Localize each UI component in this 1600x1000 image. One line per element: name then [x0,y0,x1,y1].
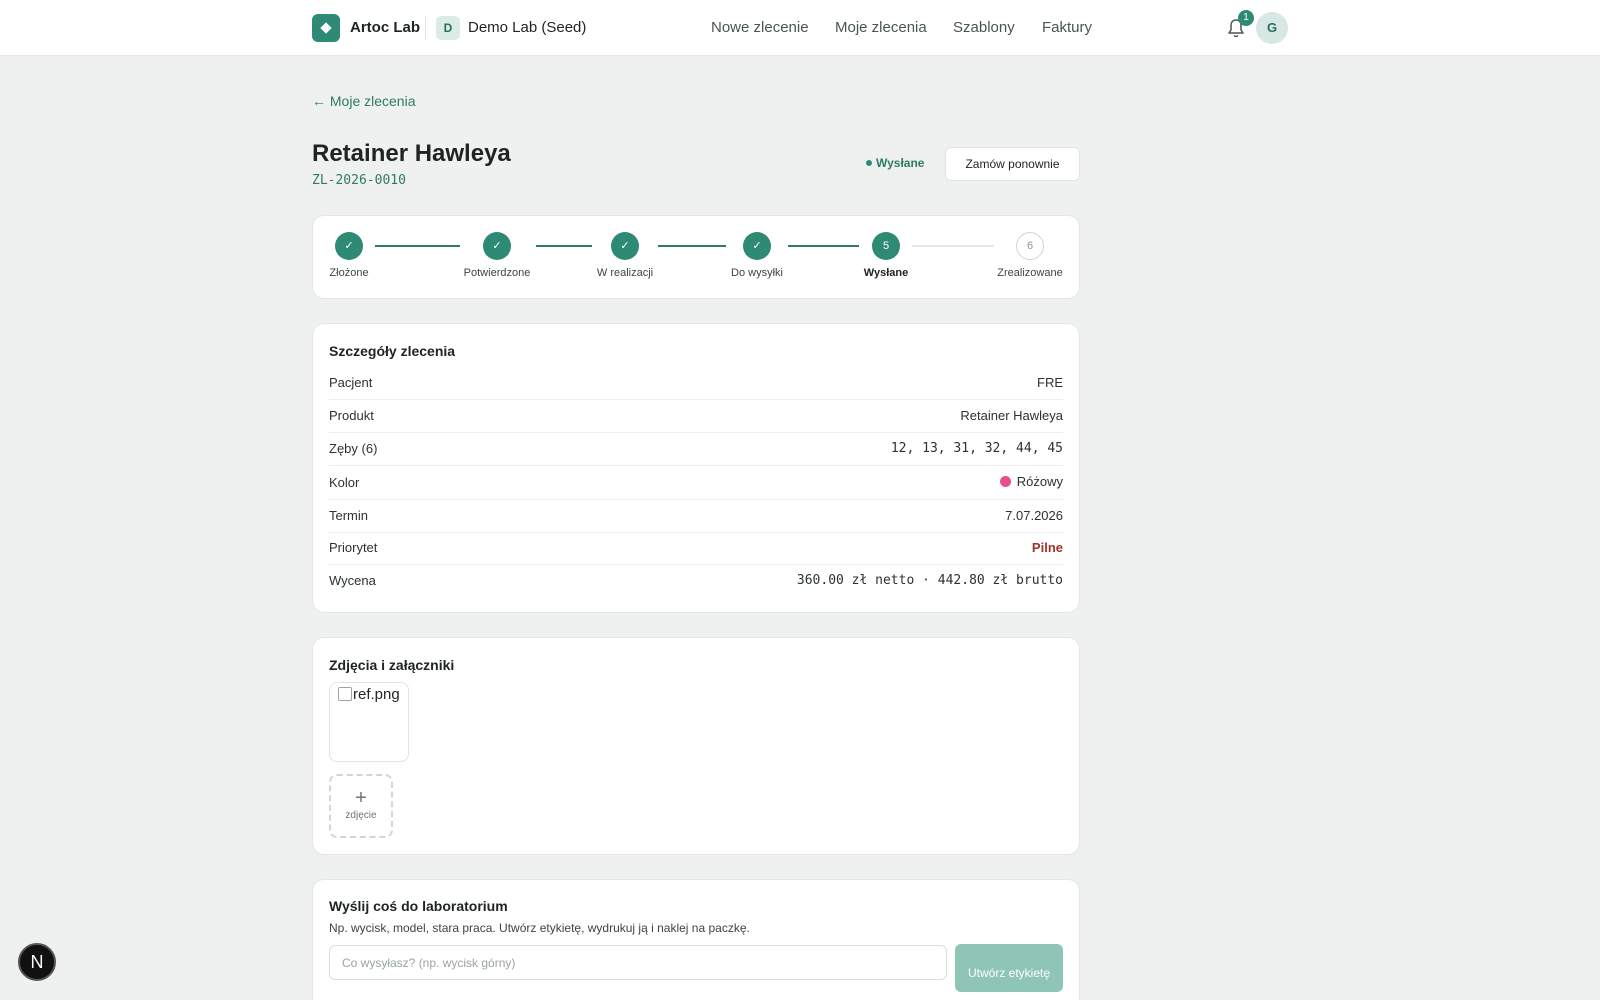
progress-connector [912,245,994,247]
step-label: W realizacji [596,267,654,279]
detail-label: Termin [329,508,369,523]
detail-row: Wycena 360.00 zł netto · 442.80 zł brutt… [329,565,1063,598]
progress-connector [788,245,859,247]
back-to-orders-link[interactable]: ← Moje zlecenia [312,93,416,109]
priority-value: Pilne [1031,540,1063,555]
add-photo-label: zdjęcie [345,810,377,821]
detail-label: Priorytet [329,540,378,555]
step-label: Zrealizowane [997,267,1063,279]
order-code: ZL-2026-0010 [312,173,406,188]
product-value: Retainer Hawleya [960,408,1063,423]
reorder-button[interactable]: Zamów ponownie [945,147,1080,181]
detail-label: Kolor [329,475,360,490]
attachment-filename: ref.png [353,686,400,703]
plus-icon: + [355,787,367,809]
color-value: Różowy [999,474,1063,489]
add-photo-button[interactable]: + zdjęcie [329,774,393,838]
lab-badge[interactable]: D [436,16,460,40]
page-title: Retainer Hawleya [312,140,511,167]
send-description: Np. wycisk, model, stara praca. Utwórz e… [329,921,750,935]
send-title: Wyślij coś do laboratorium [329,898,508,914]
status-dot-icon [866,160,872,166]
nav-invoices[interactable]: Faktury [1042,19,1092,36]
step-label: Do wysyłki [731,267,783,279]
detail-row: Kolor Różowy [329,466,1063,500]
detail-row: Priorytet Pilne [329,532,1063,565]
detail-label: Wycena [329,573,376,588]
attachments-card: Zdjęcia i załączniki [312,637,1080,855]
user-avatar[interactable]: G [1256,12,1288,44]
color-name: Różowy [1016,474,1063,489]
step-4-check-icon: ✓ [743,232,771,260]
detail-row: Termin 7.07.2026 [329,500,1063,533]
brand-name[interactable]: Artoc Lab [350,19,420,36]
create-label-button[interactable]: Utwórz etykietę [955,944,1063,992]
nav-my-orders[interactable]: Moje zlecenia [835,19,927,36]
step-1-check-icon: ✓ [335,232,363,260]
progress-connector [536,245,592,247]
step-2-check-icon: ✓ [483,232,511,260]
step-3-check-icon: ✓ [611,232,639,260]
detail-row: Pacjent FRE [329,367,1063,400]
detail-row: Zęby (6) 12, 13, 31, 32, 44, 45 [329,433,1063,466]
notification-count-badge: 1 [1238,10,1254,26]
dev-tools-badge[interactable]: N [18,943,56,981]
status-badge: Wysłane [866,156,924,170]
deadline-value: 7.07.2026 [1005,508,1063,523]
progress-connector [375,245,460,247]
shipment-description-input[interactable] [329,945,947,980]
step-5-current: 5 [872,232,900,260]
brand-logo-icon[interactable] [312,14,340,42]
nav-templates[interactable]: Szablony [953,19,1015,36]
step-label: Wysłane [863,267,909,279]
step-label: Złożone [329,267,369,279]
nav-new-order[interactable]: Nowe zlecenie [711,19,809,36]
attachments-title: Zdjęcia i załączniki [329,657,455,673]
progress-card [312,215,1080,299]
detail-row: Produkt Retainer Hawleya [329,400,1063,433]
attachment-thumbnail[interactable]: ref.png [329,682,409,762]
top-bar: Artoc Lab D Demo Lab (Seed) Nowe zleceni… [0,0,1600,56]
lab-switcher[interactable]: Demo Lab (Seed) [468,19,586,36]
step-label: Potwierdzone [463,267,531,279]
progress-connector [658,245,726,247]
status-label: Wysłane [876,156,925,170]
header-divider [425,16,426,40]
teeth-value: 12, 13, 31, 32, 44, 45 [890,441,1063,456]
broken-image-icon [338,687,352,701]
detail-label: Produkt [329,408,374,423]
detail-label: Pacjent [329,375,373,390]
step-6-pending: 6 [1016,232,1044,260]
patient-value: FRE [1037,375,1063,390]
color-swatch-icon [999,476,1011,487]
price-value: 360.00 zł netto · 442.80 zł brutto [796,573,1063,588]
details-title: Szczegóły zlecenia [329,343,456,359]
detail-label: Zęby (6) [329,441,378,456]
attachment-alt: ref.png [338,686,400,703]
